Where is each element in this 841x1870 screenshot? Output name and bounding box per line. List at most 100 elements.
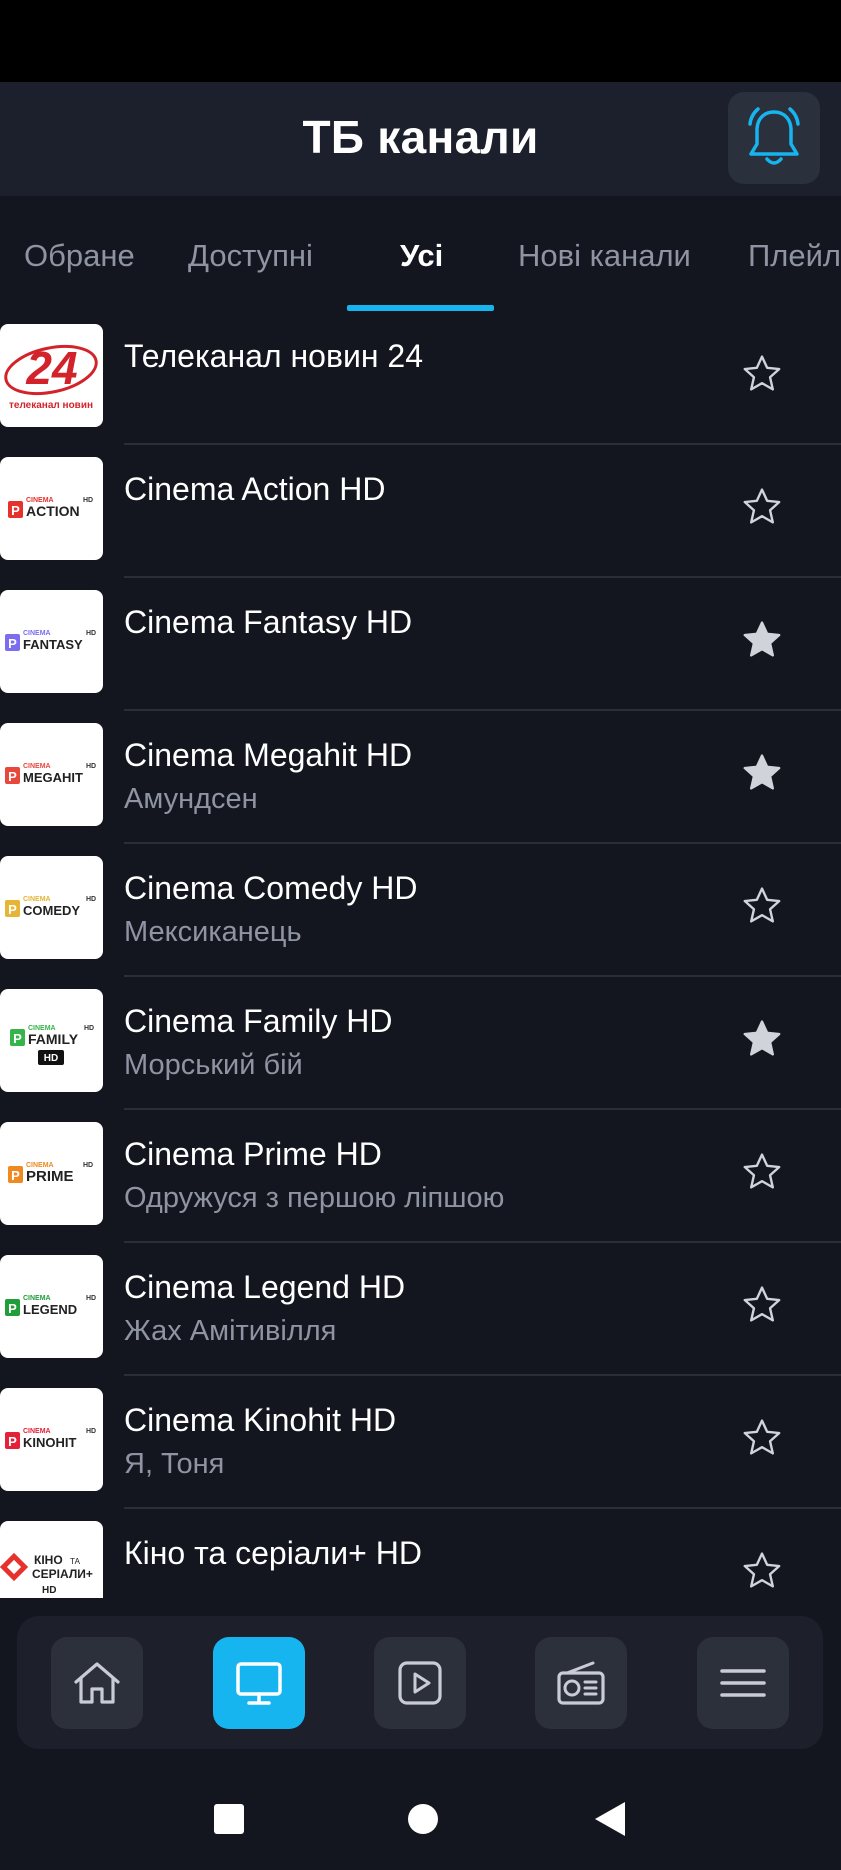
- svg-text:HD: HD: [83, 497, 93, 504]
- svg-text:HD: HD: [86, 896, 96, 903]
- back-triangle-icon[interactable]: [592, 1800, 628, 1838]
- tab-available[interactable]: Доступні: [188, 238, 313, 274]
- svg-text:CINEMA: CINEMA: [23, 1428, 51, 1435]
- star-filled-icon[interactable]: [740, 618, 784, 662]
- channel-row[interactable]: P CINEMA HD FAMILY HD Cinema Family HD М…: [0, 977, 841, 1110]
- recents-square-icon[interactable]: [212, 1802, 246, 1836]
- menu-icon: [720, 1669, 766, 1697]
- star-outline-icon[interactable]: [740, 884, 784, 928]
- channel-name: Cinema Megahit HD: [124, 737, 413, 773]
- channel-row[interactable]: P CINEMA HD COMEDY Cinema Comedy HD Мекс…: [0, 844, 841, 977]
- star-outline-icon[interactable]: [740, 352, 784, 396]
- svg-text:COMEDY: COMEDY: [23, 903, 80, 918]
- star-filled-icon[interactable]: [740, 1017, 784, 1061]
- tab-playlists[interactable]: Плейл: [748, 238, 841, 274]
- channel-logo: P CINEMA HD KINOHIT: [0, 1388, 103, 1491]
- channel-name: Cinema Comedy HD: [124, 870, 418, 906]
- svg-text:HD: HD: [86, 763, 96, 770]
- star-filled-icon[interactable]: [740, 751, 784, 795]
- bottom-navigation: [17, 1616, 823, 1749]
- current-program: Жах Амітивілля: [124, 1315, 337, 1347]
- radio-icon: [557, 1661, 605, 1705]
- tab-new-channels[interactable]: Нові канали: [518, 238, 691, 274]
- svg-text:КІНО: КІНО: [34, 1553, 63, 1567]
- svg-text:CINEMA: CINEMA: [23, 896, 51, 903]
- svg-text:P: P: [11, 503, 20, 518]
- svg-text:HD: HD: [44, 1053, 58, 1064]
- nav-video-button[interactable]: [374, 1637, 466, 1729]
- channel-logo: P CINEMA HD COMEDY: [0, 856, 103, 959]
- tv-icon: [236, 1662, 282, 1705]
- channel-logo: КІНО ТА СЕРІАЛИ+ HD: [0, 1521, 103, 1598]
- channel-name: Кіно та серіали+ HD: [124, 1535, 422, 1571]
- channel-row[interactable]: P CINEMA HD KINOHIT Cinema Kinohit HD Я,…: [0, 1376, 841, 1509]
- app-header: ТБ канали: [0, 82, 841, 196]
- svg-text:P: P: [11, 1168, 20, 1183]
- channel-logo: P CINEMA HD PRIME: [0, 1122, 103, 1225]
- home-circle-icon[interactable]: [406, 1802, 440, 1836]
- channel-name: Cinema Kinohit HD: [124, 1402, 397, 1438]
- svg-text:HD: HD: [83, 1162, 93, 1169]
- svg-text:HD: HD: [86, 1428, 96, 1435]
- nav-tv-button[interactable]: [213, 1637, 305, 1729]
- channel-logo: P CINEMA HD LEGEND: [0, 1255, 103, 1358]
- svg-text:P: P: [8, 1301, 17, 1316]
- channel-logo: 24 телеканал новин: [0, 324, 103, 427]
- svg-text:PRIME: PRIME: [26, 1168, 74, 1185]
- channel-row[interactable]: P CINEMA HD FANTASY Cinema Fantasy HD: [0, 578, 841, 711]
- svg-text:P: P: [8, 636, 17, 651]
- svg-text:СЕРІАЛИ+: СЕРІАЛИ+: [32, 1567, 93, 1581]
- tab-all[interactable]: Усі: [400, 238, 443, 274]
- channel-row[interactable]: 24 телеканал новин Телеканал новин 24: [0, 312, 841, 445]
- video-play-icon: [398, 1661, 442, 1705]
- svg-text:CINEMA: CINEMA: [23, 763, 51, 770]
- current-program: Мексиканець: [124, 916, 302, 948]
- svg-text:ACTION: ACTION: [26, 503, 80, 519]
- channel-logo: P CINEMA HD FANTASY: [0, 590, 103, 693]
- svg-text:HD: HD: [84, 1025, 94, 1032]
- svg-text:P: P: [8, 1434, 17, 1449]
- svg-text:CINEMA: CINEMA: [23, 1295, 51, 1302]
- channel-name: Cinema Fantasy HD: [124, 604, 413, 640]
- channel-logo: P CINEMA HD FAMILY HD: [0, 989, 103, 1092]
- svg-text:MEGAHIT: MEGAHIT: [23, 770, 83, 785]
- status-bar: [0, 0, 841, 82]
- channel-name: Cinema Legend HD: [124, 1269, 406, 1305]
- bell-icon: [748, 107, 800, 165]
- svg-text:ТА: ТА: [70, 1557, 81, 1566]
- channel-row[interactable]: КІНО ТА СЕРІАЛИ+ HD Кіно та серіали+ HD: [0, 1509, 841, 1598]
- channel-list[interactable]: 24 телеканал новин Телеканал новин 24 P …: [0, 312, 841, 1598]
- nav-home-button[interactable]: [51, 1637, 143, 1729]
- system-navigation-bar: [0, 1760, 841, 1870]
- channel-row[interactable]: P CINEMA HD PRIME Cinema Prime HD Одружу…: [0, 1110, 841, 1243]
- current-program: Одружуся з першою ліпшою: [124, 1182, 505, 1214]
- current-program: Морський бій: [124, 1049, 303, 1081]
- channel-row[interactable]: P CINEMA HD LEGEND Cinema Legend HD Жах …: [0, 1243, 841, 1376]
- channel-row[interactable]: P CINEMA HD ACTION Cinema Action HD: [0, 445, 841, 578]
- svg-text:CINEMA: CINEMA: [23, 630, 51, 637]
- home-icon: [74, 1662, 120, 1704]
- channel-row[interactable]: P CINEMA HD MEGAHIT Cinema Megahit HD Ам…: [0, 711, 841, 844]
- channel-name: Cinema Prime HD: [124, 1136, 382, 1172]
- star-outline-icon[interactable]: [740, 1416, 784, 1460]
- svg-text:FAMILY: FAMILY: [28, 1031, 79, 1047]
- notifications-button[interactable]: [728, 92, 820, 184]
- nav-menu-button[interactable]: [697, 1637, 789, 1729]
- channel-logo: P CINEMA HD MEGAHIT: [0, 723, 103, 826]
- tab-favorites[interactable]: Обране: [24, 238, 135, 274]
- page-title: ТБ канали: [302, 111, 539, 163]
- channel-name: Телеканал новин 24: [124, 338, 423, 374]
- star-outline-icon[interactable]: [740, 485, 784, 529]
- star-outline-icon[interactable]: [740, 1150, 784, 1194]
- logo-number: 24: [25, 342, 77, 394]
- channel-logo: P CINEMA HD ACTION: [0, 457, 103, 560]
- star-outline-icon[interactable]: [740, 1549, 784, 1593]
- nav-radio-button[interactable]: [535, 1637, 627, 1729]
- svg-text:P: P: [13, 1031, 22, 1046]
- logo-caption: телеканал новин: [9, 400, 93, 411]
- channel-name: Cinema Family HD: [124, 1003, 393, 1039]
- svg-text:HD: HD: [42, 1585, 56, 1596]
- svg-text:HD: HD: [86, 1295, 96, 1302]
- active-tab-indicator: [347, 305, 494, 311]
- star-outline-icon[interactable]: [740, 1283, 784, 1327]
